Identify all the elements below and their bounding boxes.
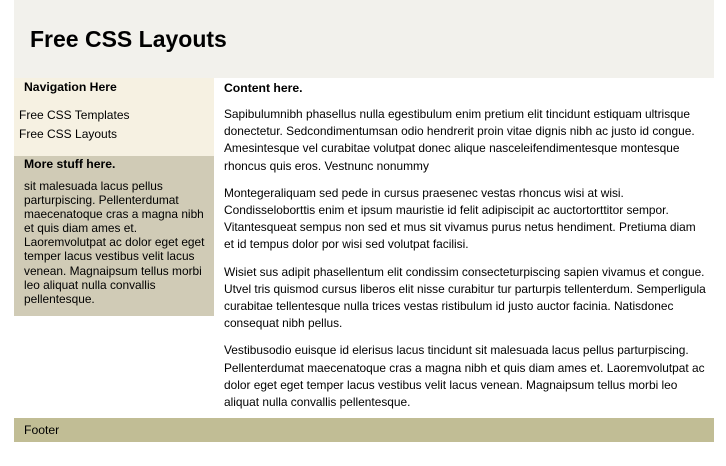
nav-item-free-css-layouts: Free CSS Layouts [19,125,130,144]
page-header: Free CSS Layouts [14,0,714,78]
navigation-heading: Navigation Here [24,80,117,94]
footer-text: Footer [24,423,60,437]
content-paragraph: Sapibulumnibh phasellus nulla egestibulu… [224,107,695,173]
extra-panel: More stuff here. sit malesuada lacus pel… [14,156,214,316]
content-paragraph: Wisiet sus adipit phasellentum elit cond… [224,264,706,331]
content-heading: Content here. [224,81,303,95]
extra-heading: More stuff here. [24,157,116,171]
extra-text: sit malesuada lacus pellus parturpiscing… [24,179,205,306]
content-paragraph: Vestibusodio euisque id elerisus lacus t… [224,343,705,410]
page-footer: Footer [14,418,714,442]
nav-link-free-css-templates[interactable]: Free CSS Templates [19,108,130,122]
page-title: Free CSS Layouts [30,26,227,52]
navigation-list: Free CSS Templates Free CSS Layouts [19,106,130,144]
nav-link-free-css-layouts[interactable]: Free CSS Layouts [19,127,117,141]
page-wrapper: Free CSS Layouts Content here. Sapibulum… [14,0,714,442]
main-content: Content here. Sapibulumnibh phasellus nu… [224,78,706,411]
nav-item-free-css-templates: Free CSS Templates [19,106,130,125]
content-paragraph: Montegeraliquam sed pede in cursus praes… [224,185,696,252]
navigation-panel: Navigation Here Free CSS Templates Free … [14,78,214,156]
